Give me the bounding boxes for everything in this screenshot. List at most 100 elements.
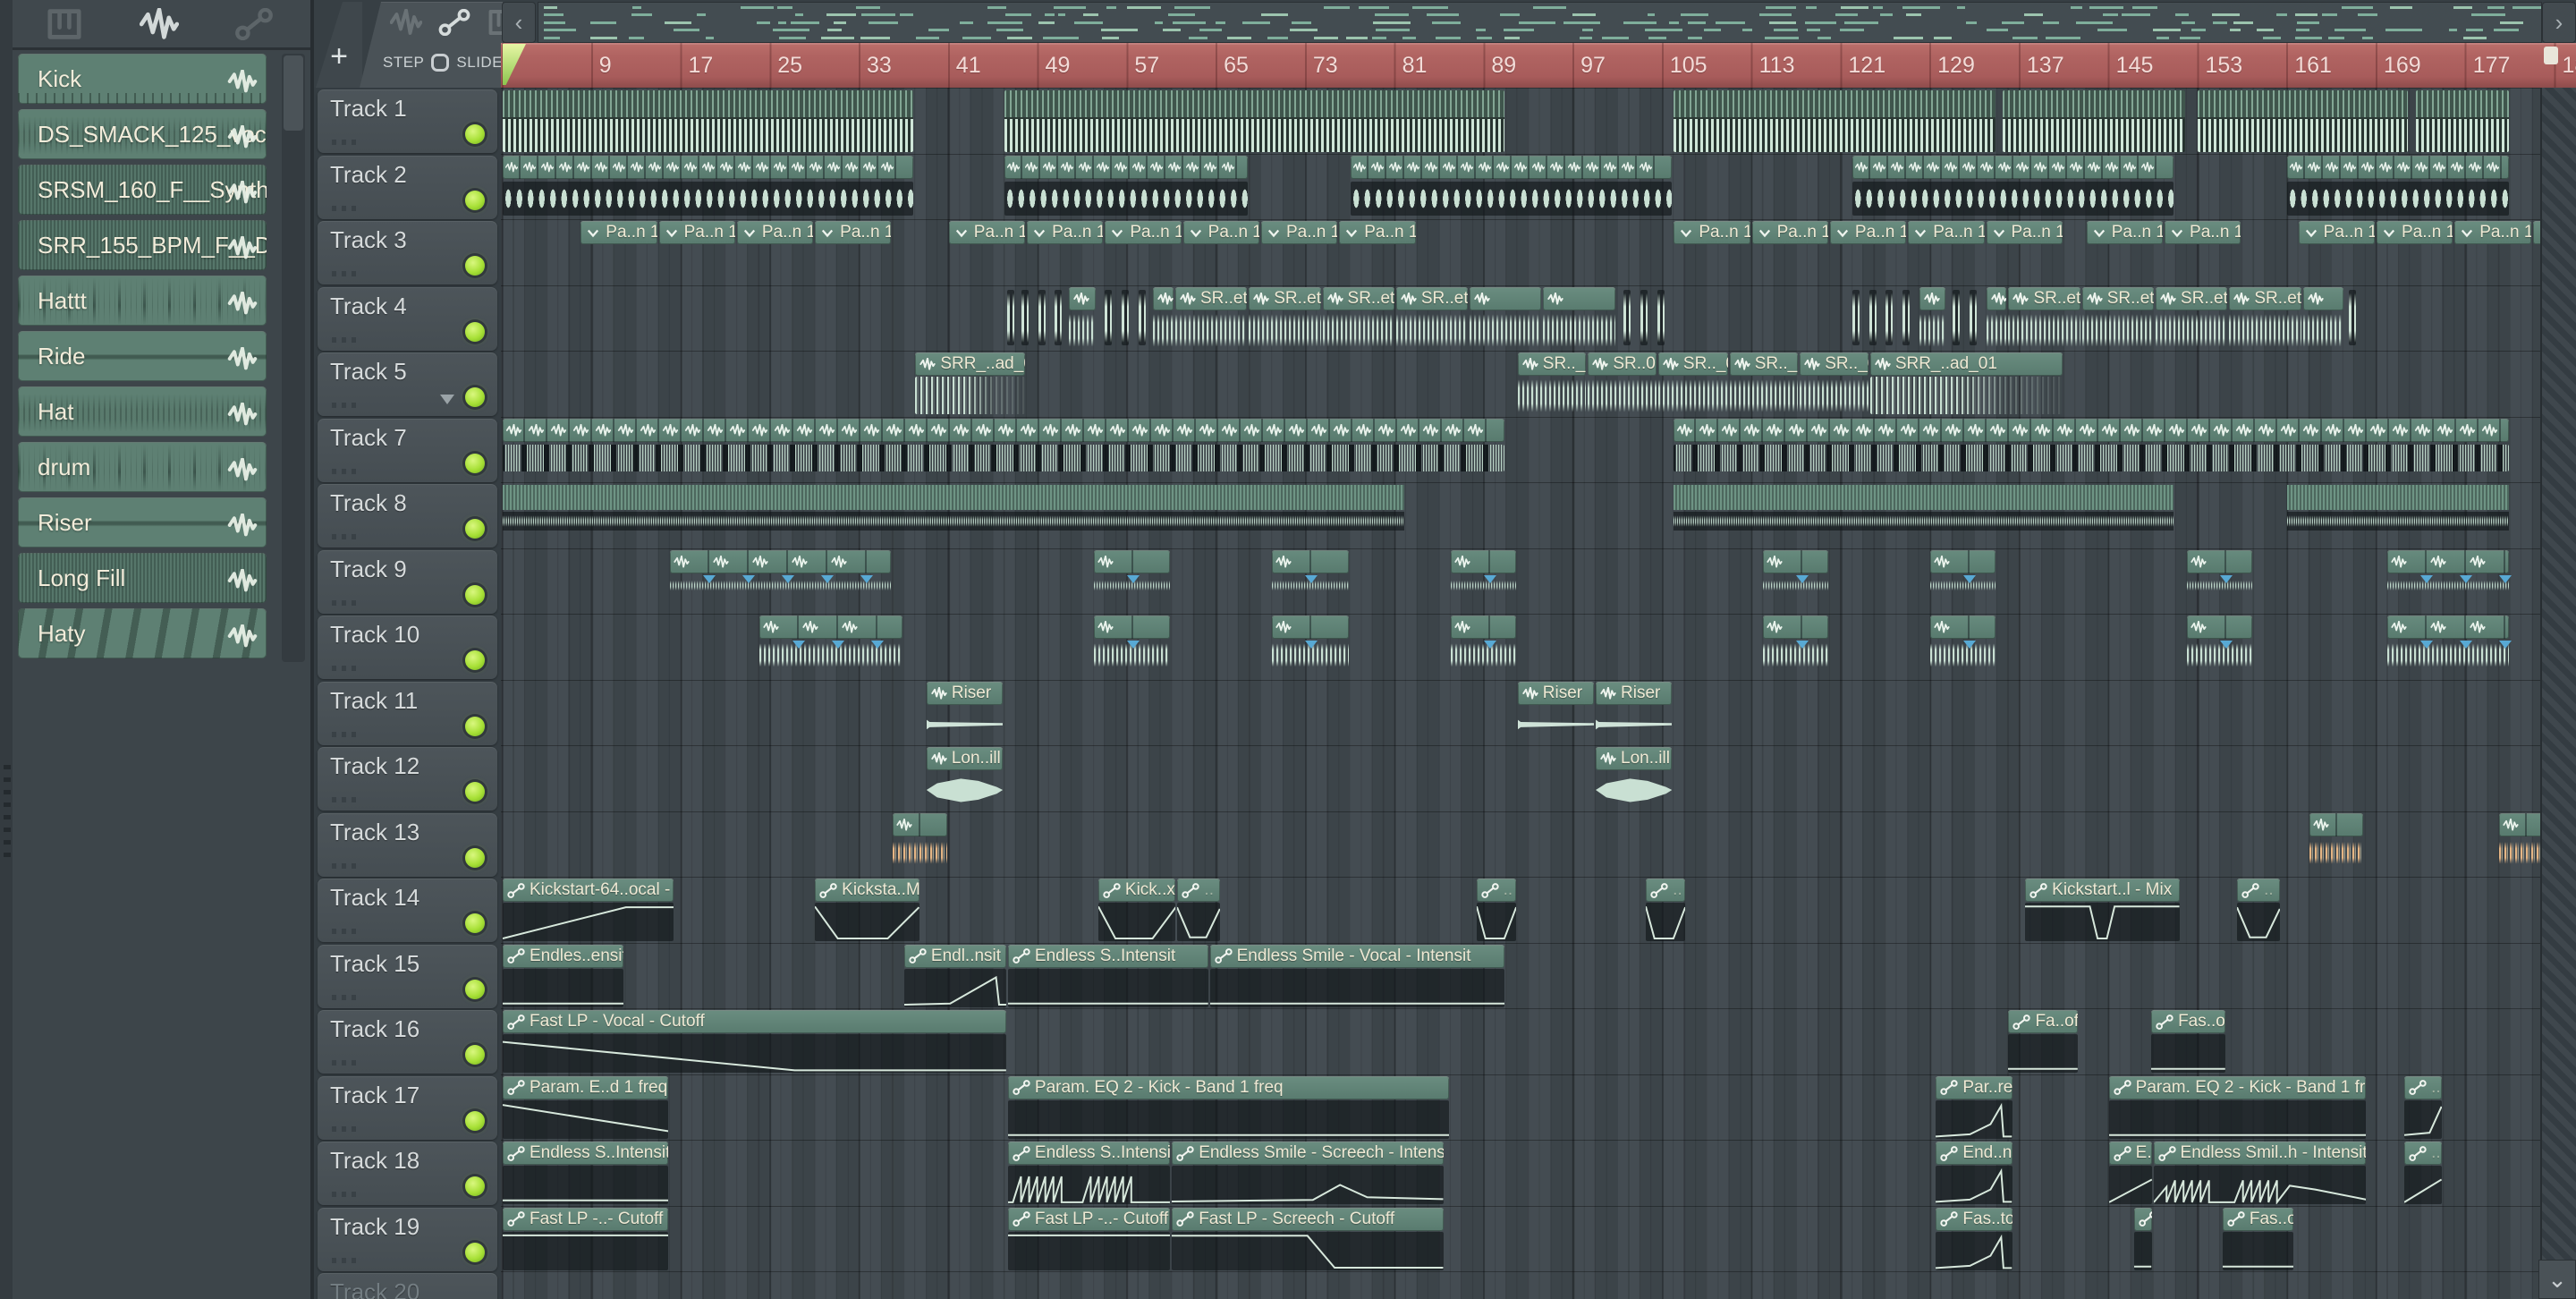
track-options-dots[interactable] [332,731,359,737]
audio-tool-icon[interactable] [389,8,423,40]
automation-clip[interactable]: Endless S..Intensit [1007,1142,1171,1165]
audio-clip[interactable]: SR..01 [1588,352,1657,376]
audio-clip-kick[interactable] [2415,90,2509,152]
audio-clip-kick[interactable] [1004,90,1505,152]
pattern-clip[interactable]: Pa..n 1 [815,221,892,244]
track-options-dots[interactable] [332,336,359,343]
track-header[interactable]: Track 16 [318,1010,497,1074]
audio-clip[interactable] [1986,286,2007,310]
audio-clip-slice[interactable] [1105,289,1113,345]
playlist-track-lane[interactable]: SRR_..ad_01 SR.._01 SR..01 SR.._01 SR.._01 SR… [501,351,2576,417]
automation-clip[interactable]: Fas..off [2151,1010,2225,1033]
track-header[interactable]: Track 4 [318,286,497,351]
step-toggle[interactable] [431,54,450,72]
automation-clip[interactable]: Kickstart..l - Mix [2025,879,2180,902]
track-options-dots[interactable] [332,797,359,802]
automation-clip[interactable]: Param. E..d 1 freq [503,1075,669,1099]
pattern-clip[interactable]: Pa..n 1 [1751,221,1828,244]
track-mute-led[interactable] [465,979,485,999]
playlist-track-lane[interactable]: SR..et) SR..et) SR..et) SR..et) SR..et) SR..e… [501,284,2576,352]
automation-clip[interactable]: Kickstart-64..ocal - Mix [503,879,674,902]
automation-clip[interactable]: Param. EQ 2 - Kick - Band 1 freq [2108,1075,2366,1099]
automation-clip[interactable]: .. [2404,1075,2442,1099]
audio-clip[interactable] [1543,286,1615,310]
picker-item[interactable]: Riser [18,497,267,548]
track-header[interactable]: Track 14 [318,879,497,942]
playlist-grid[interactable]: Pa..n 1 Pa..n 1 Pa..n 1 Pa..n 1 Pa..n 1 Pa..n… [501,88,2576,1299]
audio-clip-slice[interactable] [1852,289,1860,345]
picker-item[interactable]: Long Fill [18,553,267,603]
audio-clip-cells[interactable] [2186,549,2252,573]
automation-clip[interactable]: .. [2134,1207,2152,1231]
track-mute-led[interactable] [465,913,485,933]
scroll-left-button[interactable]: ‹ [502,2,536,43]
track-mute-led[interactable] [465,1242,485,1262]
audio-clip-cells[interactable] [1763,549,1828,573]
audio-clip-loop[interactable] [1674,485,2174,547]
track-options-dots[interactable] [332,994,359,1000]
track-options-dots[interactable] [332,403,359,408]
audio-clip[interactable] [1919,286,1945,310]
automation-clip[interactable]: Endles..ensit [503,944,624,968]
audio-clip[interactable] [1153,286,1174,310]
automation-clip[interactable]: Param. EQ 2 - Kick - Band 1 freq [1007,1075,1449,1099]
playlist-track-lane[interactable] [501,1271,2576,1299]
picker-item[interactable]: drum [18,442,267,492]
pattern-clip[interactable]: Pa..n 1 [2376,221,2453,244]
track-name[interactable]: Track 15 [330,950,419,978]
pattern-clip[interactable]: Pa..n 1 [2086,221,2164,244]
track-mute-led[interactable] [465,124,485,144]
picker-item[interactable]: Hat [18,386,267,437]
audio-clip[interactable]: Riser [1596,681,1673,705]
audio-picker-icon[interactable] [140,7,179,40]
track-header[interactable]: Track 12 [318,747,497,811]
automation-clip[interactable]: Endless S..Intensit [1007,944,1208,968]
audio-clip-cells[interactable] [1093,549,1171,573]
automation-clip[interactable]: Fast LP -..- Cutoff [503,1207,669,1231]
audio-clip[interactable]: SR..et) [2229,286,2301,310]
automation-clip[interactable]: Kick..x [1097,879,1176,902]
picker-item[interactable]: DS_SMACK_125_voca.. [18,109,267,159]
arrangement-tool-tab[interactable]: STEP SLIDE [360,2,503,88]
picker-item[interactable]: Hattt [18,276,267,326]
track-options-dots[interactable] [332,271,359,276]
playlist-track-lane[interactable] [501,482,2576,548]
playlist-track-lane[interactable]: Lon..ill Lon..ill [501,745,2576,811]
automation-clip[interactable]: Fast LP - Screech - Cutoff [1172,1207,1444,1231]
audio-clip-cells[interactable] [2387,549,2509,573]
audio-clip[interactable]: SR.._01 [1729,352,1799,376]
track-name[interactable]: Track 7 [330,424,407,452]
track-mute-led[interactable] [465,782,485,802]
audio-clip-cells[interactable] [758,616,902,639]
track-mute-led[interactable] [465,387,485,407]
audio-clip-slice[interactable] [2348,289,2356,345]
automation-clip[interactable]: Fast LP -..- Cutoff [1007,1207,1171,1231]
audio-clip[interactable]: SR..et) [1174,286,1248,310]
audio-clip-cells[interactable] [1272,549,1349,573]
audio-clip[interactable] [1470,286,1542,310]
audio-clip-slice[interactable] [1902,289,1910,345]
automation-clip[interactable]: .. [1177,879,1221,902]
audio-clip-cells[interactable] [1350,155,1673,179]
track-mute-led[interactable] [465,519,485,539]
picker-item[interactable]: SRR_155_BPM_F__D.. [18,220,267,270]
playlist-track-lane[interactable] [501,153,2576,220]
track-header[interactable]: Track 13 [318,812,497,877]
track-mute-led[interactable] [465,1110,485,1131]
playlist-track-lane[interactable]: Fast LP -..- Cutoff Fast LP -..- Cutoff Fa… [501,1205,2576,1272]
audio-clip[interactable]: Lon..ill [926,747,1004,770]
playlist-track-lane[interactable]: Fast LP - Vocal - Cutoff Fa..off Fas..off [501,1008,2576,1074]
arrangement-minimap[interactable] [538,2,2542,43]
audio-clip[interactable]: SRR_..ad_01 [915,352,1026,376]
audio-clip[interactable]: SRR_..ad_01 [1869,352,2063,376]
track-header[interactable]: Track 1 [318,89,497,153]
audio-clip[interactable]: Riser [926,681,1004,705]
automation-clip[interactable]: Fas..off [2222,1207,2293,1231]
track-name[interactable]: Track 20 [330,1278,419,1299]
track-name[interactable]: Track 10 [330,621,419,649]
playlist-track-lane[interactable]: Kickstart-64..ocal - Mix Kicksta..Mix Kick… [501,877,2576,943]
track-name[interactable]: Track 12 [330,752,419,780]
playlist-track-lane[interactable] [501,811,2576,878]
audio-clip-kick[interactable] [1674,90,1996,152]
vertical-scroll-down-button[interactable]: ⌄ [2538,1260,2576,1299]
